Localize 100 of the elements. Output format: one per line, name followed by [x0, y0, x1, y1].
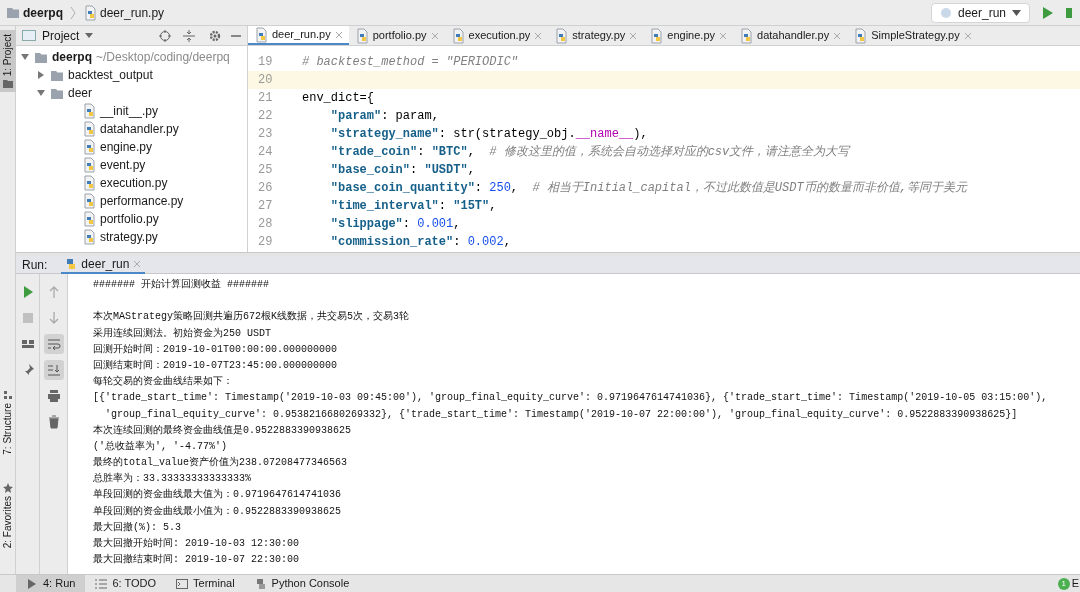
crosshair-icon[interactable] [159, 29, 171, 42]
tree-item[interactable]: datahandler.py [16, 120, 247, 138]
print-icon [46, 389, 61, 403]
tree-item[interactable]: strategy.py [16, 228, 247, 246]
line-number: 26 [257, 180, 274, 197]
line-number: 27 [257, 198, 274, 215]
console-line: 本次MAStrategy策略回测共遍历672根K线数据，共交易5次，交易3轮 [93, 309, 410, 325]
caret-icon [85, 33, 94, 38]
editor-tab[interactable]: engine.py [643, 26, 733, 45]
breadcrumb-item[interactable]: deer_run.py [83, 3, 165, 22]
python-file-icon [82, 139, 96, 155]
line-number: 20 [257, 72, 274, 89]
tree-item[interactable]: event.py [16, 156, 247, 174]
editor-tab[interactable]: SimpleStrategy.py [847, 26, 978, 45]
editor-tab[interactable]: portfolio.py [348, 26, 445, 45]
tree-item[interactable]: execution.py [16, 174, 247, 192]
tool-window-tab[interactable]: Terminal [166, 575, 245, 592]
tree-item[interactable]: __init__.py [16, 102, 247, 120]
run-icon [26, 577, 38, 590]
structure-icon [3, 390, 13, 401]
list-icon [95, 577, 108, 590]
line-number: 21 [257, 90, 274, 107]
tree-item[interactable]: performance.py [16, 192, 247, 210]
layout-icon [20, 337, 35, 351]
expanded-arrow-icon[interactable] [36, 88, 46, 98]
folder-icon [34, 50, 48, 64]
event-log-button[interactable]: 1 E [1057, 575, 1080, 592]
console-line: 回测开始时间：2019-10-01T00:00:00.000000000 [93, 342, 339, 357]
python-file-icon [82, 211, 96, 227]
editor-tab[interactable]: datahandler.py [733, 26, 848, 45]
editor-tab[interactable]: deer_run.py [248, 26, 349, 45]
scroll-to-end-button[interactable] [43, 360, 64, 380]
path-hint: ~/Desktop/coding/deerpq [96, 49, 230, 66]
line-number: 25 [257, 162, 274, 179]
settings-icon[interactable] [209, 29, 221, 42]
console-line: 最大回撤(%): 5.3 [93, 520, 182, 535]
console-line: 'group_final_equity_curve': 0.9538216680269332}, {'trade_start_time': Timestamp('2019-10-07 22:00:00'), 'group_final_equity_curve': 0.9522883390938625}] [104, 407, 1019, 422]
close-icon[interactable] [534, 31, 543, 40]
tool-window-tab[interactable]: Python Console [244, 575, 360, 592]
console-line: 最大回撤结束时间: 2019-10-07 22:30:00 [93, 553, 301, 568]
console-line: 总胜率为：33.33333333333333% [93, 471, 253, 487]
line-number: 28 [257, 216, 274, 233]
code-line: "base_coin": "USDT", [329, 162, 475, 179]
console-line: 本次连续回测的最终资金曲线值是0.9522883390938625 [93, 423, 353, 438]
collapsed-arrow-icon[interactable] [36, 70, 46, 80]
editor-tab[interactable]: strategy.py [548, 26, 644, 45]
expanded-arrow-icon[interactable] [20, 52, 30, 62]
code-line: "trade_coin": "BTC", # 修改这里的值，系统会自动选择对应的csv文件，请注意全为大写 [329, 144, 850, 161]
event-count-badge: 1 [1057, 577, 1070, 590]
console-line: ('总收益率为', '-4.77%') [93, 439, 228, 454]
close-icon[interactable] [719, 31, 727, 40]
project-view-icon [22, 30, 36, 41]
code-line: "slippage": 0.001, [329, 216, 461, 233]
editor-tab[interactable]: execution.py [444, 26, 549, 45]
close-icon[interactable] [334, 30, 343, 39]
tree-item[interactable]: deerpq ~/Desktop/coding/deerpq [16, 48, 247, 66]
python-file-icon [82, 175, 96, 191]
breadcrumb-item[interactable]: deerpq [6, 3, 63, 22]
python-file-icon [82, 193, 96, 209]
close-icon[interactable] [430, 31, 439, 40]
line-number: 29 [257, 234, 274, 251]
close-icon[interactable] [833, 31, 842, 40]
close-icon[interactable] [963, 31, 972, 40]
line-number: 19 [257, 54, 274, 71]
console-line: 单段回测的资金曲线最小值为：0.9522883390938625 [93, 504, 343, 519]
tree-item[interactable]: backtest_output [16, 66, 247, 84]
tree-item[interactable]: deer [16, 84, 247, 102]
code-line: "strategy_name": str(strategy_obj.__name__), [329, 126, 648, 143]
folder-icon [50, 86, 64, 100]
console-line: [{'trade_start_time': Timestamp('2019-10-03 09:45:00'), 'group_final_equity_curve': 0.9719647614741036}, {'trade_start_time': Timestamp('2019-10-05 03:15:00'), [93, 391, 1049, 406]
tool-window-tab[interactable]: 6: TODO [85, 575, 167, 592]
python-file-icon [82, 121, 96, 137]
soft-wrap-icon [46, 337, 61, 351]
tool-window-tab[interactable]: 1: Project [0, 30, 16, 93]
collapse-icon[interactable] [183, 29, 195, 42]
code-line: env_dict={ [301, 90, 374, 107]
tool-window-tab[interactable]: 4: Run [16, 575, 86, 592]
console-line: ####### 开始计算回测收益 ####### [93, 277, 270, 292]
close-icon[interactable] [133, 259, 142, 268]
console-line: 回测结束时间：2019-10-07T23:45:00.000000000 [93, 358, 339, 373]
tree-item[interactable]: portfolio.py [16, 210, 247, 228]
folder-icon [50, 68, 64, 82]
debug-icon[interactable] [1064, 5, 1074, 20]
trash-icon [46, 415, 61, 429]
tool-window-tab[interactable]: 7: Structure [0, 386, 16, 459]
console-line: 采用连续回测法。初始资金为250 USDT [93, 326, 272, 341]
close-icon[interactable] [629, 31, 638, 40]
python-file-icon [82, 157, 96, 173]
soft-wrap-button[interactable] [43, 334, 64, 354]
caret-icon [1012, 9, 1021, 16]
tree-item[interactable]: engine.py [16, 138, 247, 156]
run-configuration-dropdown[interactable]: deer_run [930, 2, 1030, 23]
code-line: "base_coin_quantity": 250, # 相当于Initial_capital，不过此数值是USDT币的数量而非价值,等同于美元 [329, 180, 967, 197]
code-line: "commission_rate": 0.002, [329, 234, 511, 251]
code-line: "time_interval": "15T", [329, 198, 497, 215]
python-file-icon [83, 4, 97, 21]
run-icon[interactable] [1042, 5, 1054, 20]
python-file-icon [82, 229, 96, 245]
tool-window-tab[interactable]: 2: Favorites [0, 478, 16, 552]
console-line: 最终的total_value资产价值为238.07208477346563 [93, 455, 349, 471]
